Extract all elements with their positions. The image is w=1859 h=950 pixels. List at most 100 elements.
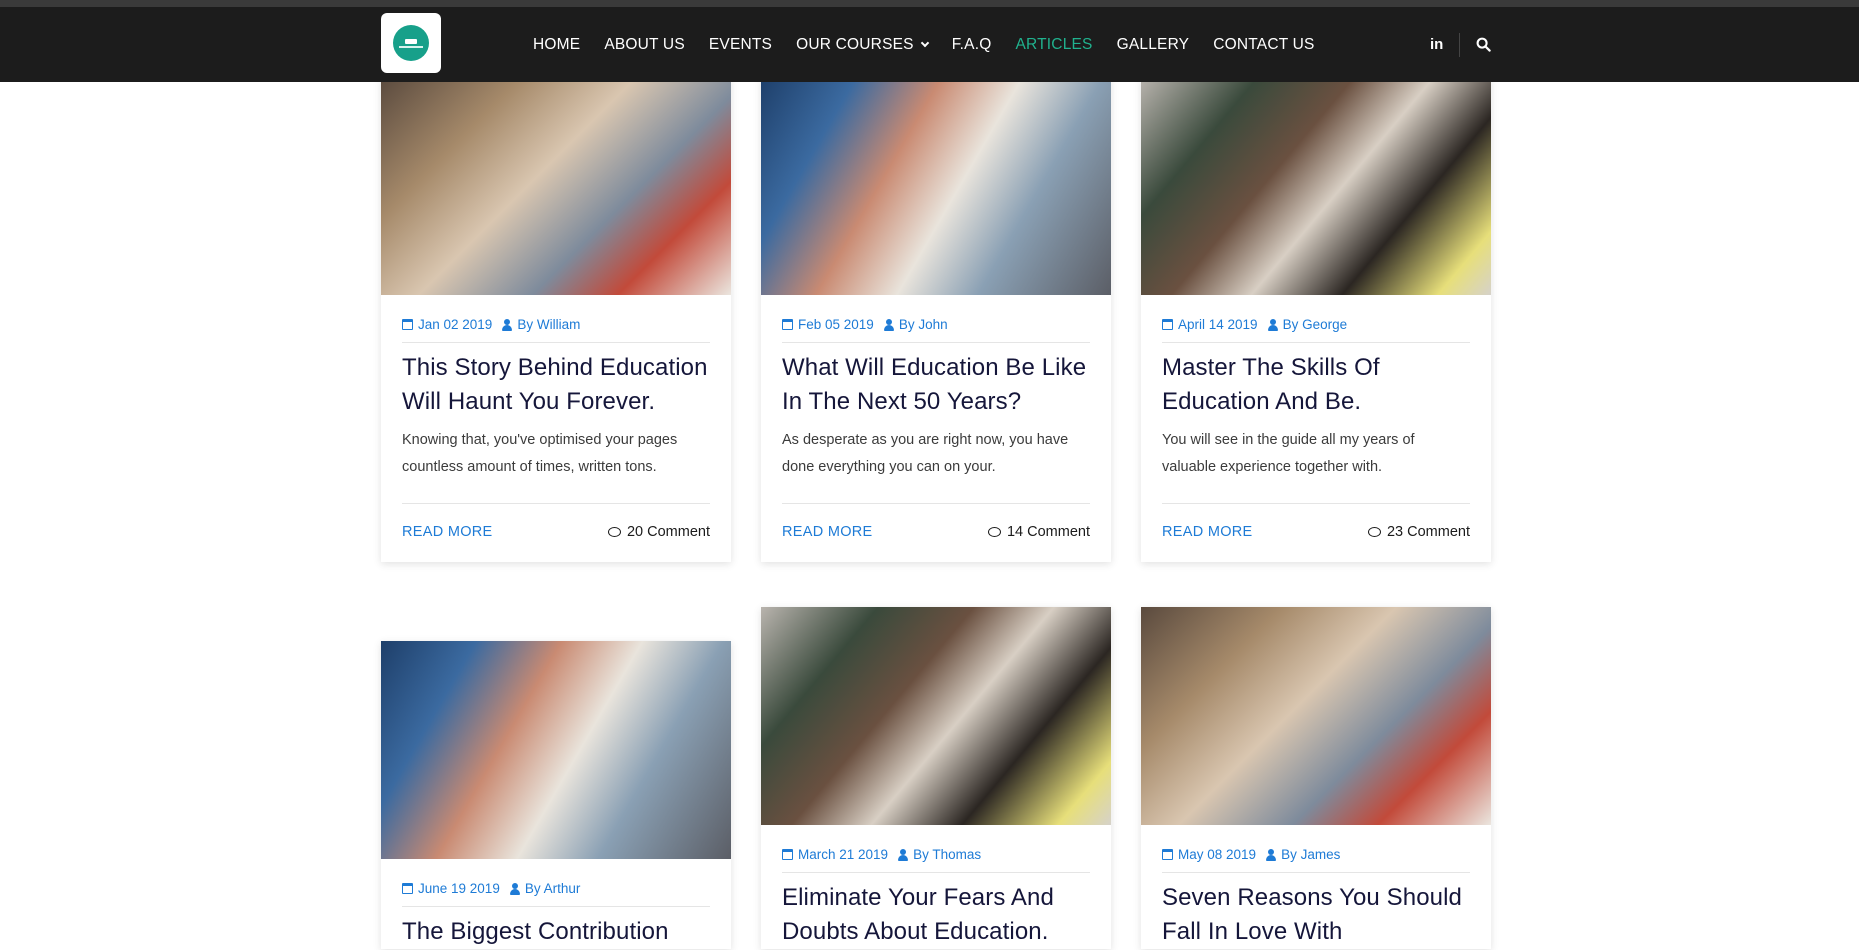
article-date[interactable]: Jan 02 2019 — [402, 317, 492, 332]
article-date-label: March 21 2019 — [798, 847, 889, 862]
nav-our-courses[interactable]: OUR COURSES — [796, 35, 929, 54]
comment-count-label: 14 Comment — [1006, 524, 1090, 540]
nav-about-us[interactable]: ABOUT US — [604, 36, 685, 54]
calendar-icon — [782, 849, 793, 860]
article-title[interactable]: The Biggest Contribution — [402, 915, 710, 949]
article-author[interactable]: By James — [1266, 847, 1340, 862]
article-title[interactable]: Seven Reasons You Should Fall In Love Wi… — [1162, 881, 1470, 949]
article-author-label: By William — [517, 317, 581, 332]
logo-icon — [393, 25, 429, 61]
nav-articles-label: ARTICLES — [1015, 35, 1093, 53]
comment-count-label: 23 Comment — [1386, 524, 1470, 540]
article-excerpt: You will see in the guide all my years o… — [1162, 432, 1415, 475]
article-author[interactable]: By George — [1267, 317, 1348, 332]
article-date[interactable]: March 21 2019 — [782, 847, 888, 862]
nav-faq-label: F.A.Q — [951, 35, 992, 53]
comment-icon — [1367, 527, 1381, 537]
calendar-icon — [1162, 319, 1173, 330]
article-title[interactable]: Master The Skills Of Education And Be. — [1162, 351, 1470, 419]
article-card: June 19 2019 By Arthur The Biggest Contr… — [381, 641, 731, 949]
article-image[interactable] — [1141, 607, 1491, 825]
article-author[interactable]: By John — [883, 317, 948, 332]
calendar-icon — [402, 883, 413, 894]
nav-contact-us-label: CONTACT US — [1213, 35, 1315, 53]
article-excerpt: As desperate as you are right now, you h… — [782, 432, 1069, 475]
article-author-label: By Thomas — [913, 847, 982, 862]
article-title[interactable]: What Will Education Be Like In The Next … — [782, 351, 1090, 419]
nav-events[interactable]: EVENTS — [709, 36, 772, 54]
comment-count[interactable]: 23 Comment — [1367, 524, 1470, 540]
top-strip — [0, 0, 1859, 7]
article-image[interactable] — [761, 77, 1111, 295]
nav-contact-us[interactable]: CONTACT US — [1213, 36, 1314, 54]
article-date[interactable]: May 08 2019 — [1162, 847, 1256, 862]
main-nav: HOME ABOUT US EVENTS OUR COURSES F.A.Q A… — [533, 7, 1339, 82]
site-logo[interactable] — [381, 13, 441, 73]
article-title[interactable]: Eliminate Your Fears And Doubts About Ed… — [782, 881, 1090, 949]
read-more-link[interactable]: READ MORE — [402, 524, 493, 540]
article-date[interactable]: Feb 05 2019 — [782, 317, 874, 332]
article-author[interactable]: By Thomas — [898, 847, 981, 862]
user-icon — [883, 318, 894, 331]
article-title[interactable]: This Story Behind Education Will Haunt Y… — [402, 351, 710, 419]
article-author-label: By John — [898, 317, 948, 332]
article-date-label: Feb 05 2019 — [798, 317, 874, 332]
user-icon — [1266, 848, 1277, 861]
article-meta: May 08 2019 By James — [1162, 847, 1470, 873]
article-image[interactable] — [761, 607, 1111, 825]
nav-our-courses-label: OUR COURSES — [796, 35, 914, 53]
article-meta: Jan 02 2019 By William — [402, 317, 710, 343]
article-card: Jan 02 2019 By William This Story Behind… — [381, 77, 731, 562]
article-footer: READ MORE 20 Comment — [402, 503, 710, 562]
article-card: May 08 2019 By James Seven Reasons You S… — [1141, 607, 1491, 949]
article-image[interactable] — [1141, 77, 1491, 295]
read-more-link[interactable]: READ MORE — [1162, 524, 1253, 540]
article-date-label: Jan 02 2019 — [418, 317, 493, 332]
article-excerpt: Knowing that, you've optimised your page… — [402, 432, 678, 475]
article-meta: June 19 2019 By Arthur — [402, 881, 710, 907]
user-icon — [502, 318, 513, 331]
article-date[interactable]: April 14 2019 — [1162, 317, 1258, 332]
search-icon[interactable] — [1476, 37, 1492, 52]
user-icon — [898, 848, 909, 861]
article-meta: March 21 2019 By Thomas — [782, 847, 1090, 873]
nav-home-label: HOME — [533, 35, 581, 53]
article-image[interactable] — [381, 77, 731, 295]
article-author[interactable]: By Arthur — [509, 881, 581, 896]
nav-events-label: EVENTS — [708, 35, 773, 53]
article-footer: READ MORE 23 Comment — [1162, 503, 1470, 562]
article-image[interactable] — [381, 641, 731, 859]
calendar-icon — [782, 319, 793, 330]
comment-count[interactable]: 14 Comment — [987, 524, 1090, 540]
article-footer: READ MORE 14 Comment — [782, 503, 1090, 562]
calendar-icon — [1162, 849, 1173, 860]
article-date[interactable]: June 19 2019 — [402, 881, 500, 896]
read-more-link[interactable]: READ MORE — [782, 524, 873, 540]
nav-faq[interactable]: F.A.Q — [952, 36, 992, 54]
nav-articles[interactable]: ARTICLES — [1015, 36, 1092, 54]
nav-divider — [1459, 32, 1461, 57]
linkedin-icon[interactable]: in — [1430, 36, 1443, 53]
article-card: March 21 2019 By Thomas Eliminate Your F… — [761, 607, 1111, 949]
article-meta: Feb 05 2019 By John — [782, 317, 1090, 343]
article-date-label: June 19 2019 — [418, 881, 500, 896]
article-date-label: May 08 2019 — [1178, 847, 1257, 862]
user-icon — [509, 882, 520, 895]
comment-icon — [607, 527, 621, 537]
nav-icons: in — [1430, 7, 1492, 82]
article-author-label: By George — [1282, 317, 1348, 332]
nav-home[interactable]: HOME — [533, 36, 580, 54]
nav-gallery[interactable]: GALLERY — [1117, 36, 1190, 54]
comment-count-label: 20 Comment — [626, 524, 710, 540]
navbar: HOME ABOUT US EVENTS OUR COURSES F.A.Q A… — [0, 7, 1859, 82]
article-date-label: April 14 2019 — [1178, 317, 1258, 332]
chevron-down-icon — [920, 38, 929, 47]
user-icon — [1267, 318, 1278, 331]
comment-count[interactable]: 20 Comment — [607, 524, 710, 540]
calendar-icon — [402, 319, 413, 330]
article-meta: April 14 2019 By George — [1162, 317, 1470, 343]
article-author-label: By Arthur — [524, 881, 581, 896]
nav-about-us-label: ABOUT US — [604, 35, 685, 53]
nav-gallery-label: GALLERY — [1116, 35, 1190, 53]
article-author[interactable]: By William — [502, 317, 580, 332]
